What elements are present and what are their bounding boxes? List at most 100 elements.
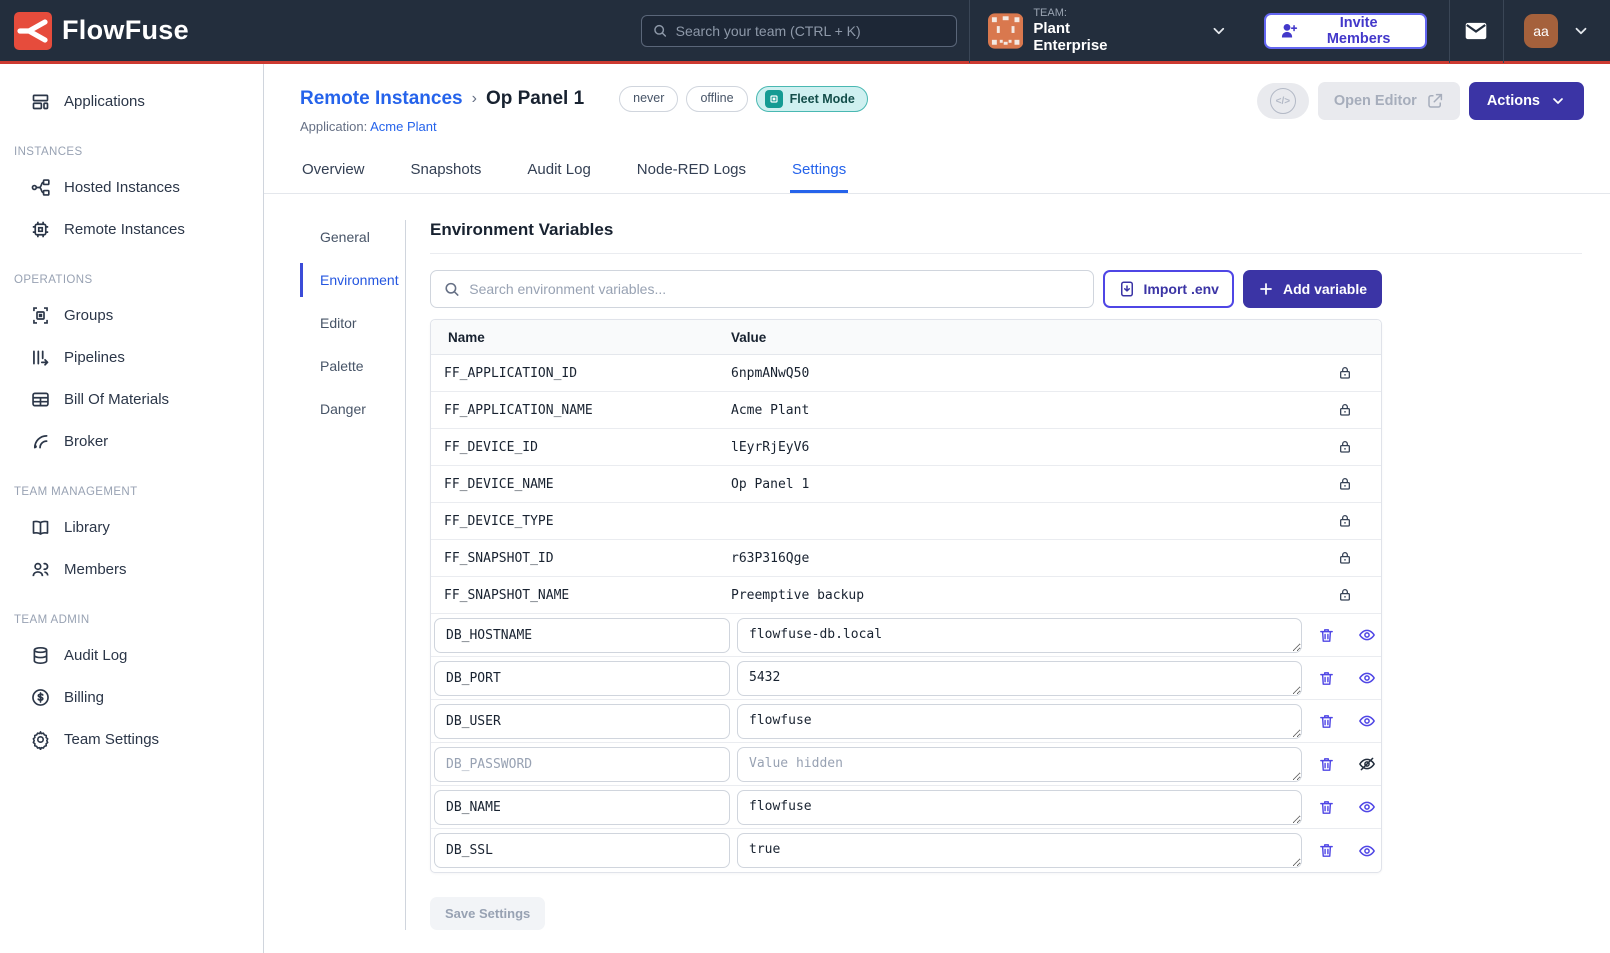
sidebar-label: Billing [64, 689, 104, 706]
sidebar-item-groups[interactable]: Groups [0, 294, 263, 336]
table-header: Name Value [431, 320, 1381, 355]
chip-icon [30, 219, 51, 240]
actions-button[interactable]: Actions [1469, 82, 1584, 120]
env-value: Op Panel 1 [731, 477, 1309, 492]
env-name: FF_APPLICATION_NAME [431, 403, 731, 418]
user-menu[interactable]: aa [1504, 14, 1610, 48]
tab-settings[interactable]: Settings [790, 150, 848, 193]
sidebar-item-broker[interactable]: Broker [0, 420, 263, 462]
sidebar: Applications INSTANCES Hosted Instances … [0, 64, 264, 953]
team-avatar [988, 13, 1023, 49]
main-content: Remote Instances › Op Panel 1 never offl… [264, 64, 1610, 953]
application-link[interactable]: Acme Plant [370, 119, 436, 134]
env-value-input[interactable] [737, 747, 1302, 782]
tab-snapshots[interactable]: Snapshots [409, 150, 484, 193]
eye-icon-button[interactable] [1350, 790, 1384, 824]
env-value-input[interactable]: flowfuse [737, 790, 1302, 825]
lock-icon [1309, 365, 1381, 381]
env-name-input[interactable] [434, 661, 730, 696]
sidebar-item-applications[interactable]: Applications [0, 80, 263, 122]
open-editor-button[interactable]: Open Editor [1318, 82, 1460, 120]
sidebar-item-audit-log[interactable]: Audit Log [0, 634, 263, 676]
env-search-input[interactable] [469, 281, 1080, 297]
invite-members-label: Invite Members [1307, 15, 1411, 47]
add-variable-button[interactable]: Add variable [1243, 270, 1382, 308]
settings-nav-environment[interactable]: Environment [300, 263, 405, 297]
sidebar-item-hosted-instances[interactable]: Hosted Instances [0, 166, 263, 208]
table-row: flowfuse-db.local [431, 614, 1381, 657]
save-settings-button[interactable]: Save Settings [430, 897, 545, 930]
settings-nav-editor[interactable]: Editor [300, 306, 405, 340]
delete-variable-button[interactable] [1309, 834, 1343, 868]
flowfuse-logo-icon [14, 12, 52, 50]
team-search[interactable] [641, 15, 957, 47]
delete-variable-button[interactable] [1309, 661, 1343, 695]
brand-name: FlowFuse [62, 15, 189, 46]
settings-nav-general[interactable]: General [300, 220, 405, 254]
sidebar-item-members[interactable]: Members [0, 548, 263, 590]
env-name-input[interactable] [434, 618, 730, 653]
tab-node-red-logs[interactable]: Node-RED Logs [635, 150, 748, 193]
settings-subnav: General Environment Editor Palette Dange… [300, 220, 406, 930]
invite-members-button[interactable]: Invite Members [1264, 13, 1427, 49]
team-search-input[interactable] [676, 23, 946, 39]
env-name: FF_SNAPSHOT_NAME [431, 588, 731, 603]
delete-variable-button[interactable] [1309, 790, 1343, 824]
section-title: Environment Variables [430, 220, 1582, 254]
developer-mode-button[interactable]: </> [1257, 83, 1309, 119]
env-name-input[interactable] [434, 833, 730, 868]
sidebar-label: Groups [64, 307, 113, 324]
user-plus-icon [1280, 21, 1299, 40]
notifications-button[interactable] [1449, 0, 1504, 63]
gear-icon [30, 729, 51, 750]
sidebar-label: Library [64, 519, 110, 536]
eye-icon-button[interactable] [1350, 834, 1384, 868]
table-icon [30, 389, 51, 410]
env-search[interactable] [430, 270, 1094, 308]
settings-nav-palette[interactable]: Palette [300, 349, 405, 383]
env-name-input[interactable] [434, 747, 730, 782]
import-env-button[interactable]: Import .env [1103, 270, 1234, 308]
eye-icon-button[interactable] [1350, 661, 1384, 695]
sidebar-label: Hosted Instances [64, 179, 180, 196]
sidebar-section-operations: OPERATIONS [0, 250, 263, 294]
breadcrumb-separator: › [472, 90, 477, 108]
env-name: FF_DEVICE_TYPE [431, 514, 731, 529]
env-name-input[interactable] [434, 704, 730, 739]
tab-audit-log[interactable]: Audit Log [525, 150, 592, 193]
sidebar-label: Pipelines [64, 349, 125, 366]
env-name-input[interactable] [434, 790, 730, 825]
instance-tabs: Overview Snapshots Audit Log Node-RED Lo… [264, 150, 1610, 194]
chevron-down-icon [1550, 93, 1566, 109]
delete-variable-button[interactable] [1309, 618, 1343, 652]
breadcrumb-remote-instances[interactable]: Remote Instances [300, 88, 463, 110]
lock-icon [1309, 476, 1381, 492]
env-value-input[interactable]: flowfuse-db.local [737, 618, 1302, 653]
table-row: 5432 [431, 657, 1381, 700]
env-value-input[interactable]: true [737, 833, 1302, 868]
delete-variable-button[interactable] [1309, 704, 1343, 738]
rss-icon [30, 431, 51, 452]
env-value-input[interactable]: flowfuse [737, 704, 1302, 739]
sidebar-label: Team Settings [64, 731, 159, 748]
sidebar-item-pipelines[interactable]: Pipelines [0, 336, 263, 378]
eye-icon-button[interactable] [1350, 704, 1384, 738]
table-row: FF_SNAPSHOT_NAME Preemptive backup [431, 577, 1381, 614]
sidebar-item-remote-instances[interactable]: Remote Instances [0, 208, 263, 250]
team-selector[interactable]: TEAM: Plant Enterprise [970, 0, 1246, 63]
sidebar-item-billing[interactable]: Billing [0, 676, 263, 718]
flowfuse-logo[interactable]: FlowFuse [0, 12, 264, 50]
sidebar-item-bill-of-materials[interactable]: Bill Of Materials [0, 378, 263, 420]
env-value-input[interactable]: 5432 [737, 661, 1302, 696]
delete-variable-button[interactable] [1309, 747, 1343, 781]
badge-fleet-label: Fleet Mode [790, 92, 855, 106]
tab-overview[interactable]: Overview [300, 150, 367, 193]
sidebar-item-library[interactable]: Library [0, 506, 263, 548]
eye-icon-button[interactable] [1350, 618, 1384, 652]
sidebar-item-team-settings[interactable]: Team Settings [0, 718, 263, 760]
badge-fleet-mode: Fleet Mode [756, 86, 868, 112]
eye-off-icon-button[interactable] [1350, 747, 1384, 781]
settings-nav-danger[interactable]: Danger [300, 392, 405, 426]
env-value: Acme Plant [731, 403, 1309, 418]
table-row: true [431, 829, 1381, 872]
